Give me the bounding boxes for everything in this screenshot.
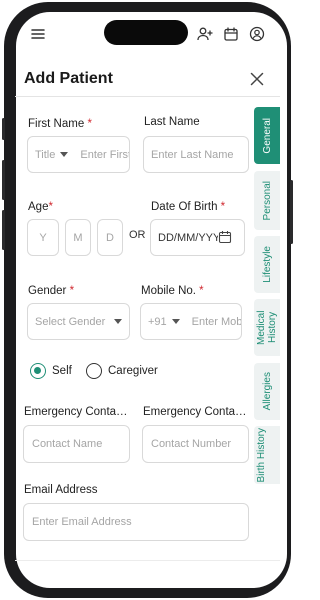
chevron-down-icon (60, 152, 69, 157)
required-marker: * (199, 285, 204, 297)
tab-allergies[interactable]: Allergies (254, 363, 280, 420)
age-days-placeholder: D (106, 231, 114, 244)
add-user-icon[interactable] (197, 26, 213, 42)
gender-label-text: Gender (28, 285, 67, 297)
age-years-input[interactable]: Y (27, 219, 59, 256)
app-screen (16, 12, 287, 588)
mobile-field[interactable]: +91 Enter Mobile No. (140, 303, 242, 340)
phone-volume-up-button (2, 160, 5, 200)
email-label: Email Address (24, 484, 98, 496)
mobile-input[interactable]: Enter Mobile No. (192, 316, 241, 328)
last-name-field[interactable]: Enter Last Name (143, 136, 249, 173)
email-field[interactable]: Enter Email Address (23, 503, 249, 541)
title-select[interactable]: Title (35, 149, 55, 161)
first-name-input[interactable]: Enter First Name (80, 149, 129, 161)
tab-allergies-label: Allergies (261, 372, 273, 411)
emergency-name-field[interactable]: Contact Name (23, 425, 130, 463)
caregiver-radio[interactable] (86, 363, 102, 379)
tab-birth-history[interactable]: Birth History (254, 426, 280, 484)
page-title: Add Patient (24, 70, 113, 87)
age-label-text: Age (28, 201, 49, 213)
tab-medical-history[interactable]: Medical History (254, 299, 280, 356)
last-name-input[interactable]: Enter Last Name (151, 149, 234, 161)
phone-power-button (290, 180, 293, 244)
gender-placeholder: Select Gender (35, 315, 106, 328)
tab-general[interactable]: General (254, 107, 280, 164)
emergency-number-label-text: Emergency Contact Number (143, 406, 248, 418)
phone-volume-down-button (2, 210, 5, 250)
self-radio[interactable] (30, 363, 46, 379)
chevron-down-icon (114, 319, 123, 324)
age-months-input[interactable]: M (65, 219, 91, 256)
required-marker: * (48, 201, 53, 213)
emergency-name-label: Emergency Contact Name (24, 406, 130, 418)
mobile-label: Mobile No. * (141, 285, 204, 297)
hamburger-menu-icon[interactable] (30, 26, 46, 42)
emergency-name-input[interactable]: Contact Name (32, 438, 102, 450)
tab-personal[interactable]: Personal (254, 171, 280, 230)
calendar-icon[interactable] (218, 230, 232, 244)
tab-general-label: General (261, 117, 273, 154)
gender-select[interactable]: Select Gender (27, 303, 130, 340)
age-days-input[interactable]: D (97, 219, 123, 256)
tab-lifestyle[interactable]: Lifestyle (254, 236, 280, 293)
first-name-field[interactable]: Title Enter First Name (27, 136, 130, 173)
calendar-icon[interactable] (223, 26, 239, 42)
tab-lifestyle-label: Lifestyle (261, 246, 273, 283)
caregiver-radio-label[interactable]: Caregiver (108, 365, 158, 377)
emergency-number-field[interactable]: Contact Number (142, 425, 249, 463)
last-name-label: Last Name (144, 116, 200, 128)
required-marker: * (87, 118, 92, 130)
emergency-name-label-text: Emergency Contact Name (24, 406, 130, 418)
first-name-label: First Name * (28, 118, 92, 130)
emergency-number-label: Emergency Contact Number (143, 406, 248, 418)
dynamic-island (104, 20, 188, 45)
self-radio-label[interactable]: Self (52, 365, 72, 377)
required-marker: * (69, 285, 75, 297)
tab-medical-history-label: Medical History (256, 310, 278, 345)
tab-personal-label: Personal (261, 180, 273, 221)
dob-label: Date Of Birth * (151, 201, 225, 213)
country-code-select[interactable]: +91 (148, 316, 167, 328)
dob-label-text: Date Of Birth (151, 201, 218, 213)
phone-side-button (2, 118, 5, 140)
age-label: Age* (28, 201, 53, 213)
header-divider (15, 96, 280, 97)
first-name-label-text: First Name (28, 118, 85, 130)
required-marker: * (220, 201, 226, 213)
gender-label: Gender * (28, 285, 74, 297)
tab-birth-history-label: Birth History (256, 427, 267, 483)
bottom-divider (15, 560, 280, 561)
profile-icon[interactable] (249, 26, 265, 42)
emergency-number-input[interactable]: Contact Number (151, 438, 231, 450)
chevron-down-icon (171, 319, 180, 324)
age-months-placeholder: M (73, 231, 83, 244)
or-text: OR (129, 229, 146, 241)
close-icon[interactable] (249, 71, 265, 87)
mobile-label-text: Mobile No. (141, 285, 196, 297)
age-years-placeholder: Y (39, 231, 47, 244)
email-input[interactable]: Enter Email Address (32, 516, 132, 528)
